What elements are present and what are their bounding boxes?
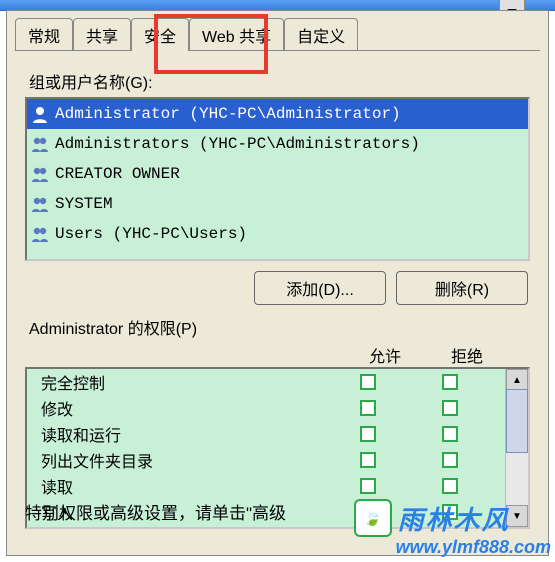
deny-checkbox[interactable]	[442, 426, 458, 442]
permission-name: 特别的权限	[41, 526, 327, 527]
deny-checkbox[interactable]	[442, 452, 458, 468]
tab-security[interactable]: 安全	[131, 18, 189, 51]
watermark: 🍃 雨林木风 www.ylmf888.com	[354, 499, 551, 558]
list-item-label: SYSTEM	[55, 195, 113, 213]
add-button[interactable]: 添加(D)...	[254, 271, 386, 305]
watermark-brand: 雨林木风	[398, 500, 510, 537]
allow-checkbox[interactable]	[360, 478, 376, 494]
tab-webshare[interactable]: Web 共享	[189, 18, 284, 51]
allow-checkbox[interactable]	[360, 426, 376, 442]
remove-button[interactable]: 删除(R)	[396, 271, 528, 305]
list-item[interactable]: Administrators (YHC-PC\Administrators)	[27, 129, 528, 159]
dialog-body: 常规 共享 安全 Web 共享 自定义 组或用户名称(G): Administr…	[6, 10, 549, 556]
permission-row: 列出文件夹目录	[27, 447, 505, 473]
groups-label: 组或用户名称(G):	[29, 69, 530, 93]
permissions-header: 允许 拒绝	[25, 343, 530, 367]
permission-name: 读取	[41, 474, 327, 498]
tab-bar: 常规 共享 安全 Web 共享 自定义	[7, 11, 548, 50]
permission-row: 读取和运行	[27, 421, 505, 447]
user-icon	[29, 103, 51, 125]
tab-share[interactable]: 共享	[73, 18, 131, 51]
list-item[interactable]: Users (YHC-PC\Users)	[27, 219, 528, 249]
group-icon	[29, 193, 51, 215]
deny-checkbox[interactable]	[442, 400, 458, 416]
list-item-label: Administrators (YHC-PC\Administrators)	[55, 135, 420, 153]
group-icon	[29, 223, 51, 245]
permission-row: 修改	[27, 395, 505, 421]
security-panel: 组或用户名称(G): Administrator (YHC-PC\Adminis…	[15, 50, 540, 530]
list-item-label: CREATOR OWNER	[55, 165, 180, 183]
list-item[interactable]: CREATOR OWNER	[27, 159, 528, 189]
group-icon	[29, 163, 51, 185]
permission-name: 修改	[41, 396, 327, 420]
leaf-icon: 🍃	[354, 499, 392, 537]
permission-row: 完全控制	[27, 369, 505, 395]
allow-checkbox[interactable]	[360, 400, 376, 416]
list-item-label: Users (YHC-PC\Users)	[55, 225, 247, 243]
deny-checkbox[interactable]	[442, 478, 458, 494]
permission-name: 列出文件夹目录	[41, 448, 327, 472]
permissions-label: Administrator 的权限(P)	[29, 315, 530, 339]
tab-general[interactable]: 常规	[15, 18, 73, 51]
group-icon	[29, 133, 51, 155]
allow-checkbox[interactable]	[360, 452, 376, 468]
list-item-label: Administrator (YHC-PC\Administrator)	[55, 105, 401, 123]
allow-checkbox[interactable]	[360, 374, 376, 390]
header-deny: 拒绝	[426, 343, 508, 367]
scroll-thumb[interactable]	[506, 389, 528, 453]
users-listbox[interactable]: Administrator (YHC-PC\Administrator) Adm…	[25, 97, 530, 261]
tab-custom[interactable]: 自定义	[284, 18, 358, 51]
list-item[interactable]: SYSTEM	[27, 189, 528, 219]
deny-checkbox[interactable]	[442, 374, 458, 390]
permission-name: 读取和运行	[41, 422, 327, 446]
watermark-url: www.ylmf888.com	[396, 537, 551, 558]
permission-name: 完全控制	[41, 370, 327, 394]
permission-row: 读取	[27, 473, 505, 499]
scroll-up-icon[interactable]: ▲	[506, 369, 528, 391]
header-allow: 允许	[344, 343, 426, 367]
list-item[interactable]: Administrator (YHC-PC\Administrator)	[27, 99, 528, 129]
